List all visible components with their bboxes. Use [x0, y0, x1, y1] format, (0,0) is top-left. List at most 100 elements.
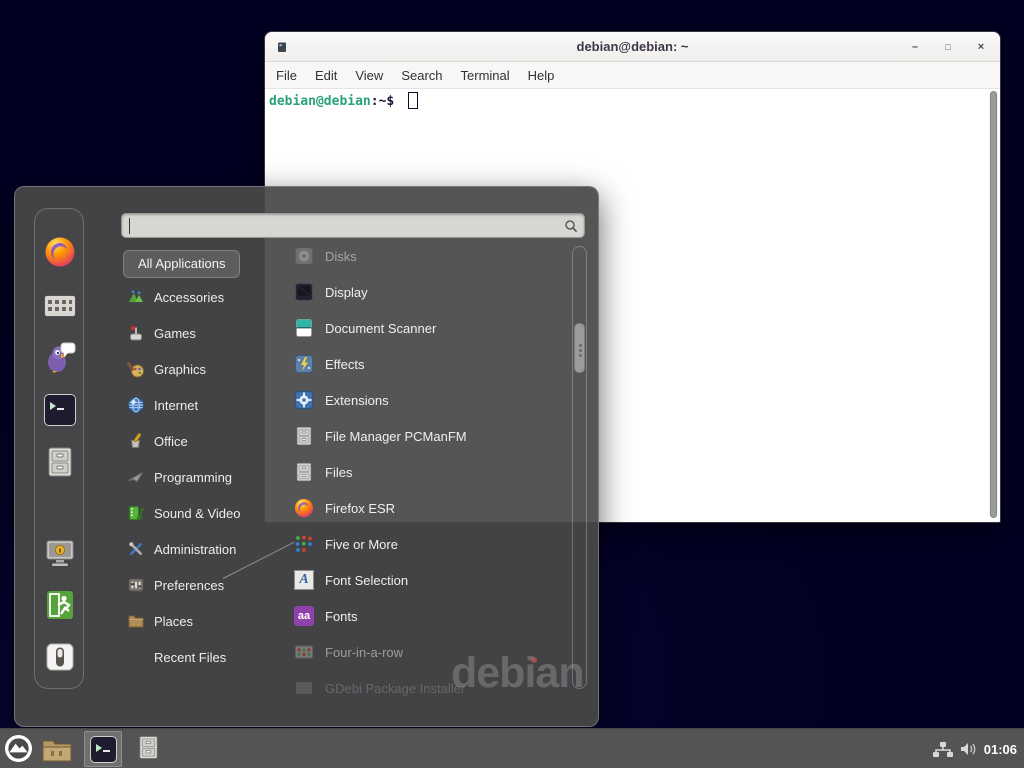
app-label: Five or More [325, 537, 398, 552]
prompt-path: :~$ [371, 94, 394, 109]
app-five-or-more[interactable]: Five or More [265, 526, 571, 562]
taskbar: 01:06 [0, 728, 1024, 768]
app-effects[interactable]: Effects [265, 346, 571, 382]
internet-globe-icon [127, 396, 145, 414]
terminal-launcher-active[interactable] [84, 731, 122, 767]
app-files[interactable]: Files [265, 454, 571, 490]
log-out-icon [44, 589, 76, 621]
prompt-chevron [96, 744, 102, 752]
shut-down-icon [44, 641, 76, 673]
application-menu: debian [14, 186, 599, 727]
file-manager-icon [44, 446, 76, 478]
search-input[interactable] [128, 215, 558, 236]
effects-icon [294, 354, 314, 374]
app-list-scrollbar-track[interactable] [572, 246, 587, 689]
close-icon[interactable]: × [970, 37, 992, 57]
app-four-in-a-row[interactable]: Four-in-a-row [265, 634, 571, 670]
firefox-icon [44, 236, 76, 268]
category-sound-video[interactable]: Sound & Video [123, 495, 273, 531]
app-document-scanner[interactable]: Document Scanner [265, 310, 571, 346]
app-label: Files [325, 465, 352, 480]
games-icon [127, 324, 145, 342]
app-display[interactable]: Display [265, 274, 571, 310]
menu-file[interactable]: File [267, 68, 306, 83]
app-list-scrollbar-thumb[interactable] [574, 323, 585, 373]
shut-down-button[interactable] [44, 641, 76, 673]
app-file-manager-pcmanfm[interactable]: File Manager PCManFM [265, 418, 571, 454]
app-gdebi-package-installer[interactable]: GDebi Package Installer [265, 670, 571, 706]
menu-view[interactable]: View [346, 68, 392, 83]
programming-icon [127, 468, 145, 486]
category-graphics[interactable]: Graphics [123, 351, 273, 387]
category-preferences[interactable]: Preferences [123, 567, 273, 603]
extensions-icon [294, 390, 314, 410]
clock[interactable]: 01:06 [984, 742, 1017, 757]
terminal-scrollbar[interactable] [989, 91, 998, 518]
category-label: Accessories [154, 290, 224, 305]
file-manager-launcher[interactable] [136, 735, 161, 764]
menu-help[interactable]: Help [519, 68, 564, 83]
category-recent-files[interactable]: Recent Files [123, 639, 273, 675]
office-icon [127, 432, 145, 450]
app-label: Extensions [325, 393, 389, 408]
lock-screen-button[interactable] [44, 537, 76, 569]
category-label: Administration [154, 542, 236, 557]
favorite-virtual-keyboard[interactable] [44, 290, 76, 322]
menu-terminal[interactable]: Terminal [452, 68, 519, 83]
category-internet[interactable]: Internet [123, 387, 273, 423]
favorites-sidebar [34, 208, 84, 689]
search-caret [129, 218, 130, 234]
category-office[interactable]: Office [123, 423, 273, 459]
category-list: Accessories Games Graphics [123, 279, 273, 675]
virtual-keyboard-icon [44, 295, 76, 317]
desktop: debian@debian: ~ – □ × File Edit View Se… [0, 0, 1024, 768]
app-disks[interactable]: Disks [265, 238, 571, 274]
document-scanner-icon [294, 318, 314, 338]
speaker-icon [960, 741, 978, 757]
terminal-cursor [408, 92, 418, 109]
category-administration[interactable]: Administration [123, 531, 273, 567]
category-places[interactable]: Places [123, 603, 273, 639]
distro-menu-icon [4, 734, 33, 763]
fonts-icon: aa [294, 606, 314, 626]
log-out-button[interactable] [44, 589, 76, 621]
category-label: Graphics [154, 362, 206, 377]
four-in-a-row-icon [294, 642, 314, 662]
app-label: Display [325, 285, 368, 300]
menu-search-box[interactable] [121, 213, 585, 238]
minimize-icon[interactable]: – [904, 37, 926, 57]
menu-edit[interactable]: Edit [306, 68, 346, 83]
maximize-icon[interactable]: □ [937, 37, 959, 57]
favorite-pidgin[interactable] [44, 341, 76, 373]
pidgin-icon [44, 341, 76, 373]
files-launcher[interactable] [42, 737, 72, 762]
all-applications-button[interactable]: All Applications [123, 250, 240, 278]
file-manager-icon [136, 735, 161, 760]
category-programming[interactable]: Programming [123, 459, 273, 495]
menu-button[interactable] [4, 734, 33, 763]
sound-video-icon [127, 504, 145, 522]
app-font-selection[interactable]: A Font Selection [265, 562, 571, 598]
app-label: GDebi Package Installer [325, 681, 465, 696]
favorite-terminal[interactable] [44, 394, 76, 426]
favorite-firefox[interactable] [44, 236, 76, 268]
category-label: Programming [154, 470, 232, 485]
app-label: Document Scanner [325, 321, 436, 336]
volume-applet[interactable] [960, 741, 978, 757]
disks-icon [294, 246, 314, 266]
network-applet[interactable] [932, 741, 954, 758]
shell-prompt: debian@debian:~$ [265, 89, 1000, 111]
prompt-user-host: debian@debian [269, 94, 371, 109]
category-accessories[interactable]: Accessories [123, 279, 273, 315]
category-games[interactable]: Games [123, 315, 273, 351]
keyboard-keys-row [48, 307, 72, 311]
app-extensions[interactable]: Extensions [265, 382, 571, 418]
app-fonts[interactable]: aa Fonts [265, 598, 571, 634]
favorite-file-manager[interactable] [44, 446, 76, 478]
menu-search[interactable]: Search [392, 68, 451, 83]
terminal-scrollbar-thumb[interactable] [990, 91, 997, 518]
app-firefox-esr[interactable]: Firefox ESR [265, 490, 571, 526]
graphics-icon [127, 360, 145, 378]
files-icon [294, 462, 314, 482]
terminal-titlebar[interactable]: debian@debian: ~ – □ × [265, 32, 1000, 62]
